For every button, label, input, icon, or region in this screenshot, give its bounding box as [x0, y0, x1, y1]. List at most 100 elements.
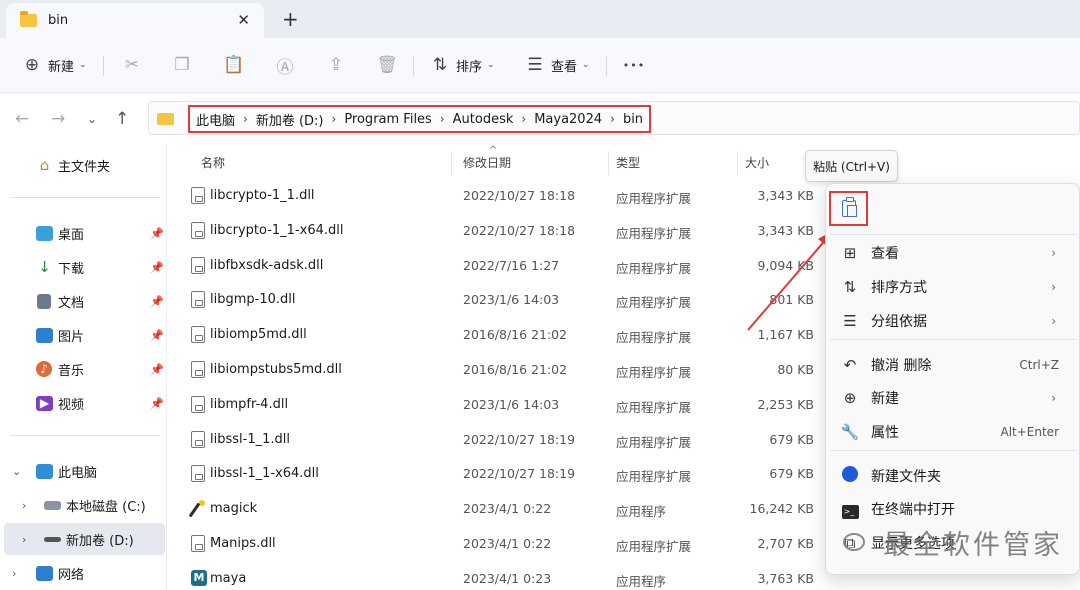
tab-title: bin: [48, 13, 69, 28]
breadcrumb-item[interactable]: 新加卷 (D:): [256, 110, 324, 129]
toolbar-divider: [103, 56, 104, 76]
breadcrumb-item[interactable]: bin: [623, 112, 643, 127]
column-header-modified[interactable]: 修改日期: [463, 154, 511, 171]
file-name: maya: [210, 570, 247, 586]
list-view-icon: ☰: [527, 55, 543, 75]
breadcrumb: 此电脑 › 新加卷 (D:) › Program Files › Autodes…: [188, 105, 652, 133]
sort-label: 排序: [456, 59, 483, 75]
menu-item[interactable]: >_ 在终端中打开: [830, 493, 1076, 525]
sidebar-item-videos[interactable]: ▶ 视频 📌: [0, 387, 166, 419]
menu-item[interactable]: ↶ 撤消 删除 Ctrl+Z: [830, 349, 1076, 381]
new-label: 新建: [48, 59, 75, 75]
breadcrumb-item[interactable]: Autodesk: [453, 112, 514, 127]
wechat-logo-icon: [843, 533, 865, 551]
column-header-type[interactable]: 类型: [616, 154, 640, 171]
sidebar-item-downloads[interactable]: ↓ 下载 📌: [0, 251, 166, 283]
pin-icon[interactable]: 📌: [150, 295, 164, 308]
close-icon[interactable]: ✕: [237, 11, 250, 29]
chevron-right-icon[interactable]: ›: [332, 112, 337, 126]
delete-button[interactable]: 🗑: [376, 52, 398, 78]
menu-item[interactable]: 🔧 属性 Alt+Enter: [830, 416, 1076, 448]
chevron-right-icon[interactable]: ›: [440, 112, 445, 126]
file-modified: 2023/1/6 14:03: [463, 396, 560, 412]
forward-arrow-icon[interactable]: →: [51, 109, 65, 129]
file-size: 679 KB: [769, 466, 814, 482]
copy-button[interactable]: ❐: [172, 52, 192, 78]
sidebar-item-label: 桌面: [58, 227, 85, 243]
new-tab-button[interactable]: +: [282, 7, 299, 31]
chevron-right-icon[interactable]: ›: [22, 499, 26, 512]
menu-item-label: 排序方式: [871, 280, 927, 296]
more-button[interactable]: •••: [623, 52, 644, 78]
magick-icon: [191, 500, 205, 518]
sort-icon: ⇅: [843, 278, 857, 296]
computer-icon: [36, 463, 53, 479]
pin-icon[interactable]: 📌: [150, 329, 164, 342]
menu-item[interactable]: ☰ 分组依据 ›: [830, 305, 1076, 337]
up-arrow-icon[interactable]: ↑: [115, 109, 129, 129]
column-header-row: ^ 名称 修改日期 类型 大小: [167, 145, 1080, 179]
menu-item[interactable]: ⊞ 查看 ›: [830, 237, 1076, 269]
paste-button[interactable]: 📋: [223, 52, 244, 78]
menu-item-label: 新建: [871, 391, 899, 407]
sidebar-item-label: 网络: [58, 567, 85, 583]
back-arrow-icon[interactable]: ←: [15, 109, 29, 129]
file-modified: 2023/4/1 0:22: [463, 501, 552, 517]
tab-bin[interactable]: bin ✕: [6, 3, 264, 38]
sidebar-item-home[interactable]: ⌂ 主文件夹: [0, 149, 166, 181]
column-divider[interactable]: [451, 151, 452, 175]
share-button[interactable]: ⇪: [326, 52, 346, 78]
column-divider[interactable]: [737, 151, 738, 175]
pin-icon[interactable]: 📌: [150, 227, 164, 240]
chevron-right-icon[interactable]: ›: [12, 567, 16, 580]
file-modified: 2016/8/16 21:02: [463, 362, 568, 377]
column-header-size[interactable]: 大小: [745, 154, 769, 171]
chevron-right-icon[interactable]: ›: [243, 112, 248, 126]
view-button[interactable]: ☰ 查看 ⌄: [525, 52, 589, 78]
pin-icon[interactable]: 📌: [150, 261, 164, 274]
column-divider[interactable]: [608, 151, 609, 175]
paste-button[interactable]: [829, 191, 868, 226]
chevron-down-icon[interactable]: ⌄: [12, 465, 21, 478]
sidebar-item-desktop[interactable]: 桌面 📌: [0, 217, 166, 249]
sidebar-item-documents[interactable]: 文档 📌: [0, 285, 166, 317]
menu-item-shortcut: Ctrl+Z: [1019, 358, 1059, 372]
menu-item[interactable]: ⊕ 新建 ›: [830, 382, 1076, 414]
file-modified: 2023/1/6 14:03: [463, 292, 560, 308]
file-name: libcrypto-1_1-x64.dll: [210, 222, 344, 238]
sidebar-item-music[interactable]: ♪ 音乐 📌: [0, 353, 166, 385]
address-bar[interactable]: 此电脑 › 新加卷 (D:) › Program Files › Autodes…: [148, 101, 1080, 135]
sort-button[interactable]: ⇅ 排序 ⌄: [430, 52, 495, 78]
sidebar-item-drive-c[interactable]: › 本地磁盘 (C:): [0, 489, 166, 521]
scissors-icon: ✂: [124, 55, 140, 75]
pin-icon[interactable]: 📌: [150, 363, 164, 376]
breadcrumb-item[interactable]: 此电脑: [196, 110, 235, 129]
chevron-right-icon[interactable]: ›: [610, 112, 615, 126]
menu-item[interactable]: 新建文件夹: [830, 460, 1076, 492]
new-button[interactable]: ⊕ 新建 ⌄: [22, 52, 87, 78]
pin-icon[interactable]: 📌: [150, 397, 164, 410]
sidebar-item-label: 本地磁盘 (C:): [66, 499, 146, 515]
file-type: 应用程序扩展: [616, 434, 692, 450]
home-icon: ⌂: [39, 156, 50, 174]
chevron-right-icon[interactable]: ›: [22, 533, 26, 546]
menu-item-label: 新建文件夹: [871, 469, 941, 485]
sidebar-item-network[interactable]: › 网络: [0, 557, 166, 589]
context-menu: ⊞ 查看 › ⇅ 排序方式 › ☰ 分组依据 › ↶ 撤消 删除 Ctrl+Z ⊕ 新建 › 🔧 属性 Alt+E…: [825, 183, 1080, 575]
file-type: 应用程序扩展: [616, 260, 692, 276]
breadcrumb-item[interactable]: Program Files: [344, 112, 432, 127]
cut-button[interactable]: ✂: [122, 52, 142, 78]
rename-button[interactable]: Ⓐ: [275, 52, 295, 78]
sidebar-item-pictures[interactable]: 图片 📌: [0, 319, 166, 351]
sidebar-item-drive-d[interactable]: › 新加卷 (D:): [4, 523, 165, 555]
file-name: libgmp-10.dll: [210, 292, 296, 308]
menu-item[interactable]: ⇅ 排序方式 ›: [830, 271, 1076, 303]
sidebar-item-this-pc[interactable]: ⌄ 此电脑: [0, 455, 166, 487]
recent-locations-chevron-icon[interactable]: ⌄: [87, 112, 97, 126]
chevron-right-icon[interactable]: ›: [521, 112, 526, 126]
dll-icon: [191, 256, 205, 274]
file-name: libcrypto-1_1.dll: [210, 188, 315, 203]
rename-icon: Ⓐ: [276, 57, 294, 78]
column-header-name[interactable]: 名称: [201, 154, 225, 171]
breadcrumb-item[interactable]: Maya2024: [534, 112, 602, 127]
